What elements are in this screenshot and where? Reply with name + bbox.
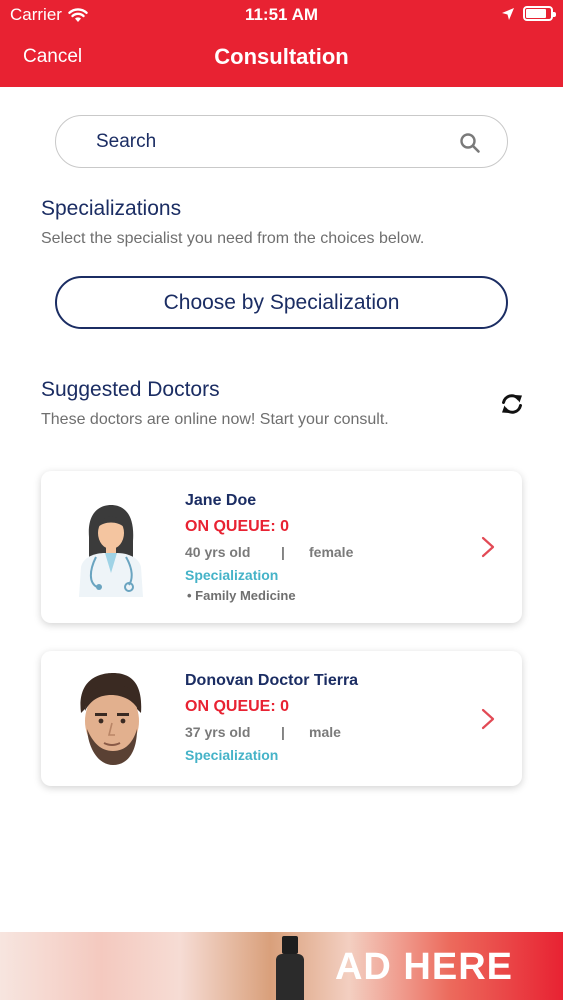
status-time: 11:51 AM xyxy=(244,5,319,24)
doctor-card[interactable]: Jane Doe ON QUEUE: 0 40 yrs old | female… xyxy=(41,471,522,623)
doctor-age: 37 yrs old xyxy=(185,724,251,740)
male-doctor-avatar xyxy=(80,673,142,765)
meta-separator: | xyxy=(281,544,285,560)
chevron-right-icon[interactable] xyxy=(479,535,497,559)
search-bar[interactable] xyxy=(55,115,508,168)
meta-separator: | xyxy=(281,724,285,740)
doctor-gender: male xyxy=(309,724,341,740)
queue-status: ON QUEUE: 0 xyxy=(185,518,290,535)
female-doctor-avatar xyxy=(79,505,143,597)
suggested-doctors-title: Suggested Doctors xyxy=(41,378,220,401)
bottle-image xyxy=(276,936,304,1000)
specialization-item: • Family Medicine xyxy=(187,588,296,603)
choose-specialization-button[interactable]: Choose by Specialization xyxy=(55,276,508,329)
doctor-age: 40 yrs old xyxy=(185,544,251,560)
chevron-right-icon[interactable] xyxy=(479,707,497,731)
doctor-meta: 37 yrs old | male xyxy=(185,724,341,740)
doctor-name: Jane Doe xyxy=(185,492,257,509)
specialization-label: Specialization xyxy=(185,567,279,583)
status-right xyxy=(501,6,556,21)
doctor-meta: 40 yrs old | female xyxy=(185,544,353,560)
specialization-label: Specialization xyxy=(185,747,279,763)
queue-status: ON QUEUE: 0 xyxy=(185,698,290,715)
ad-banner[interactable]: AD HERE xyxy=(0,932,563,1000)
doctor-name: Donovan Doctor Tierra xyxy=(185,672,359,689)
doctor-card[interactable]: Donovan Doctor Tierra ON QUEUE: 0 37 yrs… xyxy=(41,651,522,786)
suggested-doctors-subtitle: These doctors are online now! Start your… xyxy=(41,411,389,428)
status-bar: Carrier 11:51 AM xyxy=(0,0,563,30)
header-bar: Carrier 11:51 AM Cancel Consultation xyxy=(0,0,563,87)
location-arrow-icon xyxy=(502,7,514,20)
cancel-button[interactable]: Cancel xyxy=(23,46,82,68)
specializations-subtitle: Select the specialist you need from the … xyxy=(41,230,425,247)
specializations-title: Specializations xyxy=(41,197,182,220)
page-title: Consultation xyxy=(214,44,349,69)
search-input[interactable] xyxy=(96,128,456,156)
refresh-icon[interactable] xyxy=(500,393,524,415)
search-icon[interactable] xyxy=(459,132,481,154)
doctor-gender: female xyxy=(309,544,354,560)
ad-text: AD HERE xyxy=(334,946,513,988)
battery-icon xyxy=(523,6,556,21)
